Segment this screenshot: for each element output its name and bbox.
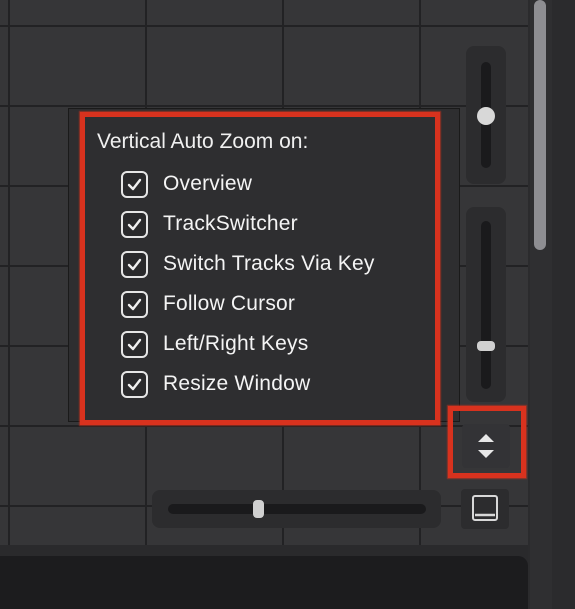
checkbox-left-right-keys[interactable] [121,330,148,358]
checkbox-trackswitcher[interactable] [121,210,148,238]
checkbox-switch-tracks-via-key[interactable] [121,250,148,278]
slider-knob[interactable] [477,107,495,125]
option-label: Left/Right Keys [163,332,309,355]
checkbox-overview[interactable] [121,170,148,198]
option-label: Resize Window [163,372,311,395]
option-label: Follow Cursor [163,292,296,315]
checkbox-follow-cursor[interactable] [121,290,148,318]
popup-title: Vertical Auto Zoom on: [97,130,309,153]
option-left-right-keys[interactable]: Left/Right Keys [121,328,308,360]
checkmark-icon [127,298,142,310]
option-overview[interactable]: Overview [121,168,252,200]
slider-groove [168,504,426,514]
vertical-zoom-slider[interactable] [466,207,506,402]
checkmark-icon [127,258,142,270]
option-label: TrackSwitcher [163,212,298,235]
bottom-panel [0,556,528,609]
checkbox-resize-window[interactable] [121,370,148,398]
checkmark-icon [127,178,142,190]
checkmark-icon [127,218,142,230]
minimize-window-icon [472,495,498,521]
checkmark-icon [127,338,142,350]
auto-zoom-toggle-button[interactable] [462,424,510,468]
option-label: Switch Tracks Via Key [163,252,375,275]
option-label: Overview [163,172,253,195]
option-switch-tracks-via-key[interactable]: Switch Tracks Via Key [121,248,375,280]
minimize-window-button[interactable] [461,489,509,529]
vertical-scrollbar-thumb[interactable] [534,0,546,250]
slider-knob[interactable] [253,500,264,518]
slider-groove [481,221,491,389]
slider-knob[interactable] [477,341,495,351]
option-trackswitcher[interactable]: TrackSwitcher [121,208,298,240]
horizontal-zoom-slider[interactable] [152,490,441,528]
up-down-arrows-icon [478,434,494,458]
checkmark-icon [127,378,142,390]
option-follow-cursor[interactable]: Follow Cursor [121,288,295,320]
option-resize-window[interactable]: Resize Window [121,368,310,400]
top-vertical-zoom-slider[interactable] [466,46,506,184]
